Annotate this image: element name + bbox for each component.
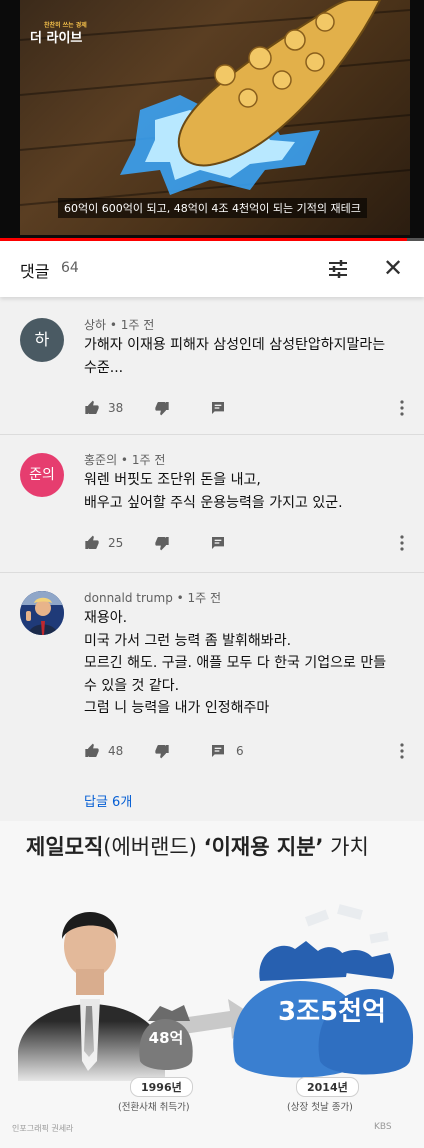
avatar[interactable] [20, 591, 64, 635]
reply-button[interactable]: 6 [210, 741, 244, 761]
like-button[interactable]: 38 [84, 398, 123, 418]
comment-author[interactable]: donnald trump • 1주 전 [84, 589, 221, 606]
view-replies-link[interactable]: 답글 6개 [84, 791, 132, 810]
profile-photo [20, 591, 64, 635]
thumbs-up-icon [85, 400, 99, 414]
comment-actions: 38 [84, 398, 404, 418]
thumbs-down-icon [155, 402, 169, 416]
dislike-button[interactable] [154, 741, 170, 761]
like-count: 48 [108, 744, 124, 758]
thumbs-up-icon [85, 743, 99, 757]
comments-list: 하 상하 • 1주 전 가해자 이재용 피해자 삼성인데 삼성탄압하지말라는 수… [0, 297, 424, 821]
channel-logo: 찬찬히 쓰는 경제 더 라이브 [30, 22, 87, 46]
comments-header: 댓글 64 ✕ [0, 241, 424, 297]
comments-count: 64 [61, 260, 79, 276]
video-caption: 60억이 600억이 되고, 48억이 4조 4천억이 되는 기적의 재테크 [58, 198, 367, 218]
thumbs-down-icon [155, 745, 169, 759]
reply-button[interactable] [210, 398, 226, 418]
comment-line: 워렌 버핏도 조단위 돈을 내고, [84, 472, 261, 488]
year-label-2014: 2014년 [296, 1077, 359, 1097]
comment-author[interactable]: 상하 • 1주 전 [84, 316, 154, 333]
comment-line: 재용아. [84, 610, 128, 626]
comment-icon [212, 402, 224, 414]
like-count: 25 [108, 536, 124, 550]
infographic-illustration [10, 904, 414, 1086]
note-1996: (전환사채 취득가) [118, 1102, 190, 1113]
comment-text: 워렌 버핏도 조단위 돈을 내고, 배우고 싶어할 주식 운용능력을 가지고 있… [84, 469, 404, 514]
more-options-icon[interactable] [398, 741, 406, 761]
reply-count: 6 [236, 744, 244, 758]
bag-large-label: 3조5천억 [278, 997, 386, 1027]
avatar[interactable]: 하 [20, 318, 64, 362]
like-count: 38 [108, 401, 124, 415]
comment-actions: 48 6 [84, 741, 404, 761]
comment-line: 그럼 니 능력을 내가 인정해주마 [84, 700, 270, 716]
comment-line: 수 있을 것 같다. [84, 677, 180, 694]
comment-text: 재용아. 미국 가서 그런 능력 좀 발휘해봐라. 모르긴 해도. 구글. 애플… [84, 607, 404, 720]
avatar[interactable]: 준의 [20, 453, 64, 497]
more-options-icon[interactable] [398, 533, 406, 553]
comment-icon [212, 745, 224, 757]
year-label-1996: 1996년 [130, 1077, 193, 1097]
comment-line: 가해자 이재용 피해자 삼성인데 삼성탄압하지말라는 [84, 337, 386, 353]
infographic: 제일모직(에버랜드) ‘이재용 지분’ 가치 48억 3조5천억 1996년 (… [0, 821, 424, 1148]
comment-line: 모르긴 해도. 구글. 애플 모두 다 한국 기업으로 만들 [84, 655, 387, 671]
dislike-button[interactable] [154, 398, 170, 418]
comment-actions: 25 [84, 533, 404, 553]
bag-small-label: 48억 [148, 1029, 184, 1047]
note-2014: (상장 첫날 종가) [287, 1102, 353, 1113]
thumbs-down-icon [155, 537, 169, 551]
more-options-icon[interactable] [398, 398, 406, 418]
comment-line: 배우고 싶어할 주식 운용능력을 가지고 있군. [84, 494, 343, 511]
like-button[interactable]: 25 [84, 533, 123, 553]
close-icon[interactable]: ✕ [380, 255, 406, 281]
comment-line: 수준... [84, 359, 124, 376]
kbs-watermark: KBS [374, 1122, 392, 1132]
video-player[interactable]: 찬찬히 쓰는 경제 더 라이브 60억이 600억이 되고, 48억이 4조 4… [0, 0, 424, 241]
comment-item: donnald trump • 1주 전 재용아. 미국 가서 그런 능력 좀 … [0, 573, 424, 821]
infographic-credit: 인포그래픽 권세라 [12, 1124, 74, 1133]
comment-item: 준의 홍준의 • 1주 전 워렌 버핏도 조단위 돈을 내고, 배우고 싶어할 … [0, 435, 424, 573]
sliders-icon[interactable] [326, 257, 350, 281]
thumbs-up-icon [85, 535, 99, 549]
comment-text: 가해자 이재용 피해자 삼성인데 삼성탄압하지말라는 수준... [84, 334, 404, 379]
comment-author[interactable]: 홍준의 • 1주 전 [84, 451, 165, 468]
like-button[interactable]: 48 [84, 741, 123, 761]
comments-title: 댓글 [20, 262, 50, 281]
reply-button[interactable] [210, 533, 226, 553]
comment-item: 하 상하 • 1주 전 가해자 이재용 피해자 삼성인데 삼성탄압하지말라는 수… [0, 297, 424, 435]
comment-line: 미국 가서 그런 능력 좀 발휘해봐라. [84, 632, 292, 649]
dislike-button[interactable] [154, 533, 170, 553]
comment-icon [212, 537, 224, 549]
